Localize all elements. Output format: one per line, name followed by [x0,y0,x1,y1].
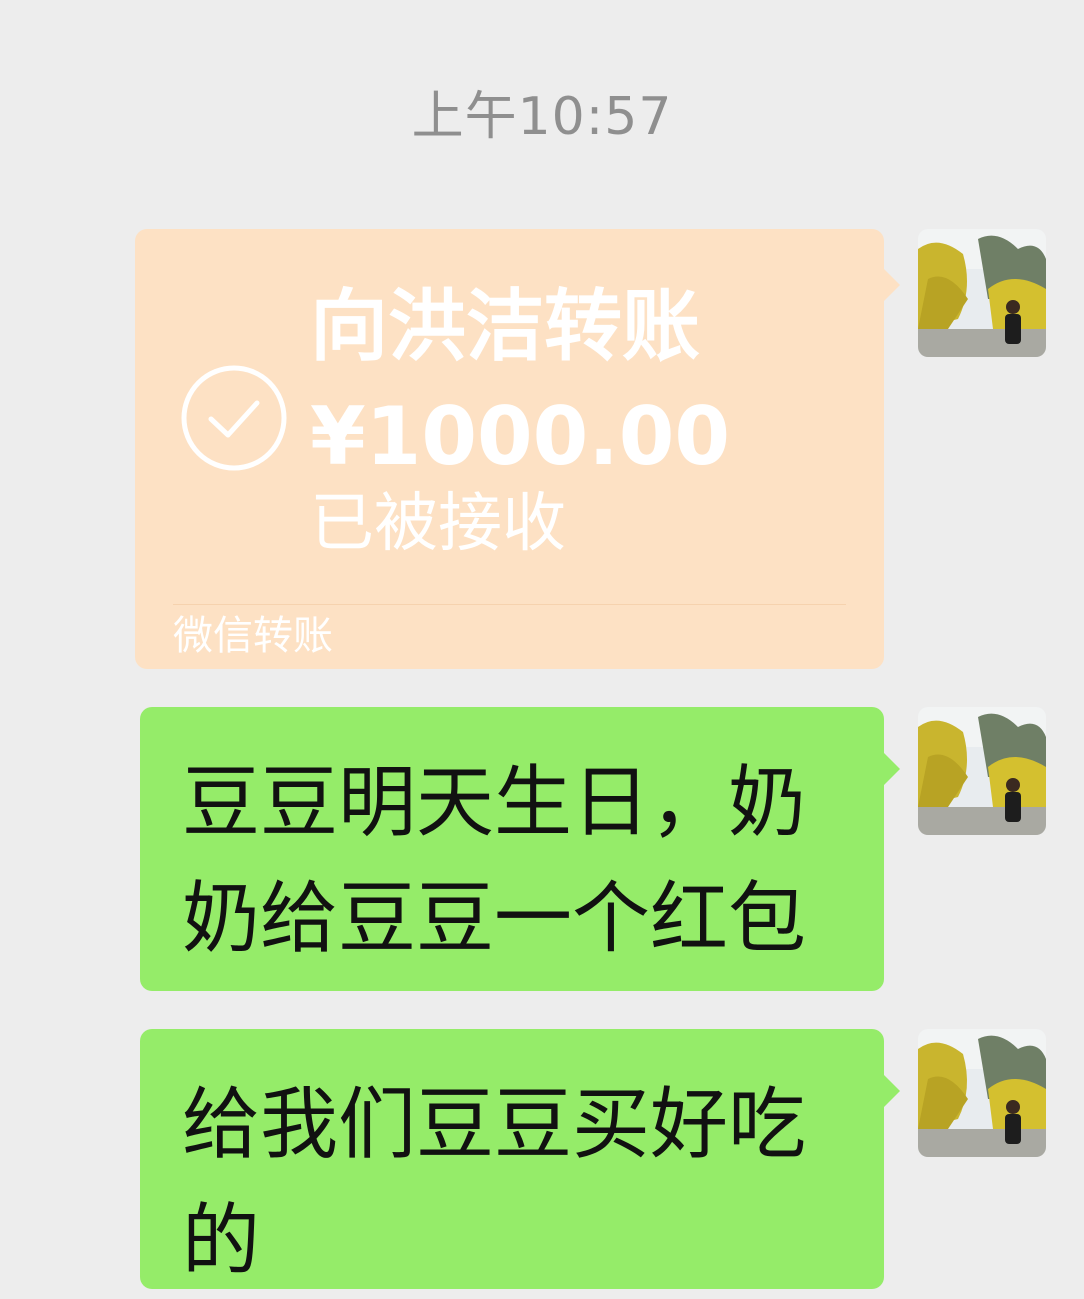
avatar-photo-icon [918,1029,1046,1157]
chat-message-text: 豆豆明天生日，奶奶给豆豆一个红包 [182,758,807,964]
transfer-status: 已被接收 [310,487,566,561]
transfer-footer-label: 微信转账 [173,613,333,659]
sender-avatar[interactable] [918,707,1046,835]
chat-message-bubble[interactable]: 豆豆明天生日，奶奶给豆豆一个红包 [140,707,900,991]
transfer-message-card[interactable]: 向洪洁转账 ¥1000.00 已被接收 微信转账 [135,229,900,669]
avatar-photo-icon [918,707,1046,835]
transfer-amount: ¥1000.00 [310,390,731,483]
avatar-photo-icon [918,229,1046,357]
chat-message-bubble[interactable]: 给我们豆豆买好吃的 [140,1029,900,1289]
sender-avatar[interactable] [918,1029,1046,1157]
check-circle-icon [181,365,287,471]
transfer-divider [173,604,846,605]
transfer-title: 向洪洁转账 [310,282,701,372]
chat-message-text: 给我们豆豆买好吃的 [182,1080,807,1286]
sender-avatar[interactable] [918,229,1046,357]
message-timestamp: 上午10:57 [411,87,673,147]
